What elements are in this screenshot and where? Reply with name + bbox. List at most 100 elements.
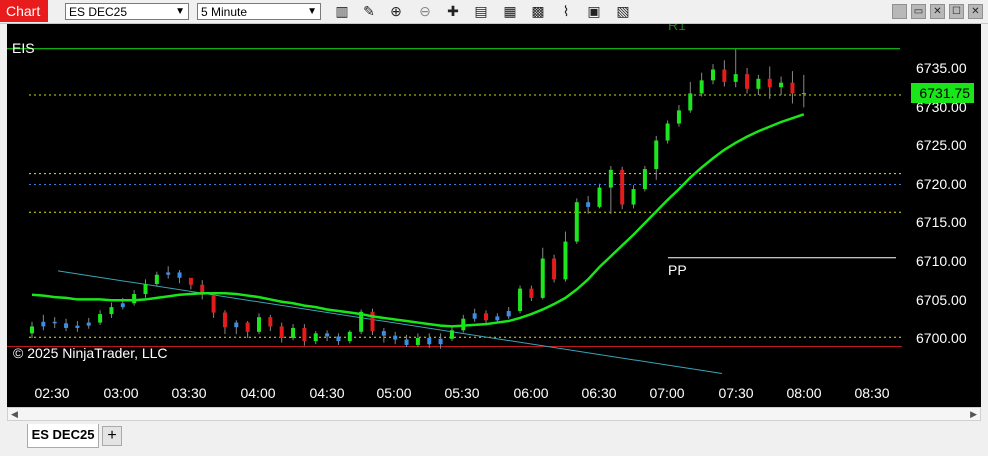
candle-body <box>222 312 227 328</box>
price-axis-label: 6715.00 <box>916 214 967 230</box>
price-axis-label: 6710.00 <box>916 253 967 269</box>
candle-body <box>506 311 511 317</box>
copyright-text: © 2025 NinjaTrader, LLC <box>13 345 168 361</box>
tab-es-dec25[interactable]: ES DEC25 <box>27 424 99 448</box>
maximize-icon[interactable]: ☐ <box>949 4 964 19</box>
candle-body <box>41 321 46 327</box>
drawing-tools-icon[interactable]: ⌇ <box>557 3 575 20</box>
strategies-icon[interactable]: ▦ <box>501 3 519 20</box>
crosshair-icon[interactable]: ✚ <box>444 3 462 20</box>
candle-body <box>484 313 488 321</box>
restore-icon[interactable]: ▭ <box>911 4 926 19</box>
time-axis-label: 02:30 <box>34 385 70 401</box>
close-icon[interactable]: ✕ <box>968 4 983 19</box>
candle-body <box>154 274 159 284</box>
time-axis-label: 03:30 <box>171 385 207 401</box>
candle-body <box>211 294 216 313</box>
instrument-label: EIS <box>12 40 35 56</box>
time-axis-label: 07:30 <box>718 385 754 401</box>
candle-body <box>529 288 534 298</box>
candle-body <box>779 82 784 88</box>
time-axis-label: 05:30 <box>444 385 480 401</box>
time-axis-label: 05:00 <box>376 385 412 401</box>
candle-body <box>415 338 420 345</box>
candle-body <box>268 317 273 327</box>
candle-body <box>642 169 647 190</box>
candle-body <box>745 74 750 89</box>
candle-body <box>291 327 296 338</box>
close-window-icon[interactable]: ✕ <box>930 4 945 19</box>
price-axis-label: 6720.00 <box>916 176 967 192</box>
horizontal-scrollbar[interactable]: ◀ ▶ <box>7 407 981 421</box>
candle-body <box>563 241 568 280</box>
indicators-icon[interactable]: ▩ <box>529 3 547 20</box>
candle-body <box>188 277 193 285</box>
instrument-selector-value: ES DEC25 <box>69 5 128 19</box>
data-box-icon[interactable]: ▣ <box>585 3 603 20</box>
zoom-in-icon[interactable]: ⊕ <box>387 3 405 20</box>
price-axis-label: 6705.00 <box>916 292 967 308</box>
candle-body <box>404 339 409 345</box>
candle-body <box>143 284 148 295</box>
candle-body <box>801 93 806 95</box>
candle-body <box>313 333 318 342</box>
candle-body <box>495 316 500 321</box>
candle-body <box>381 331 386 336</box>
time-axis-label: 04:30 <box>309 385 345 401</box>
interval-selector-value: 5 Minute <box>201 5 248 19</box>
candle-body <box>257 317 261 332</box>
candle-body <box>86 322 91 326</box>
current-price-marker: 6731.75 <box>911 83 974 103</box>
time-axis-label: 08:00 <box>786 385 822 401</box>
candle-body <box>756 78 761 89</box>
r1-level-label: R1 <box>668 24 686 33</box>
chart-panel[interactable]: EIS © 2025 NinjaTrader, LLC R1 PP 6735.0… <box>7 24 981 407</box>
candle-body <box>620 169 625 205</box>
candle-body <box>654 140 659 170</box>
candle-body <box>574 202 579 242</box>
time-axis-label: 08:30 <box>854 385 890 401</box>
candle-body <box>676 110 681 124</box>
candle-body <box>711 69 715 81</box>
candle-body <box>631 189 636 205</box>
candle-body <box>347 331 352 342</box>
candle-body <box>552 258 557 280</box>
templates-icon[interactable]: ▧ <box>614 3 632 20</box>
candle-body <box>518 288 523 311</box>
price-axis-label: 6700.00 <box>916 330 967 346</box>
properties-icon[interactable]: ▤ <box>472 3 490 20</box>
bars-icon[interactable]: ▥ <box>333 3 351 20</box>
candle-body <box>109 307 114 315</box>
candle-body <box>279 326 284 338</box>
candle-body <box>699 80 704 94</box>
minimize-icon[interactable] <box>892 4 907 19</box>
zoom-out-icon[interactable]: ⊖ <box>416 3 434 20</box>
candle-body <box>722 69 727 82</box>
chart-window-tab[interactable]: Chart <box>0 0 48 22</box>
scroll-left-icon[interactable]: ◀ <box>11 408 18 420</box>
candle-body <box>767 78 772 88</box>
candle-body <box>177 272 182 278</box>
candle-body <box>438 338 443 345</box>
price-axis-label: 6725.00 <box>916 137 967 153</box>
candle-body <box>393 335 398 340</box>
candle-body <box>665 123 670 141</box>
candle-body <box>472 313 477 319</box>
candle-body <box>370 311 375 332</box>
chart-toolbar: Chart ES DEC25 ▼ 5 Minute ▼ ▥ ✎ ⊕ ⊖ ✚ ▤ … <box>0 0 988 24</box>
time-axis-label: 06:00 <box>513 385 549 401</box>
pencil-icon[interactable]: ✎ <box>360 3 378 20</box>
candle-body <box>30 326 34 334</box>
candle-body <box>790 82 795 94</box>
candle-body <box>733 74 738 82</box>
candle-body <box>325 333 330 337</box>
interval-selector[interactable]: 5 Minute ▼ <box>197 3 321 20</box>
candle-body <box>427 338 432 345</box>
instrument-selector[interactable]: ES DEC25 ▼ <box>65 3 189 20</box>
candle-body <box>597 187 602 207</box>
scroll-right-icon[interactable]: ▶ <box>970 408 977 420</box>
add-tab-icon[interactable]: + <box>102 426 122 446</box>
candle-body <box>449 330 454 339</box>
chart-tabs-bar: ES DEC25 + <box>0 422 988 456</box>
candle-body <box>245 322 250 332</box>
